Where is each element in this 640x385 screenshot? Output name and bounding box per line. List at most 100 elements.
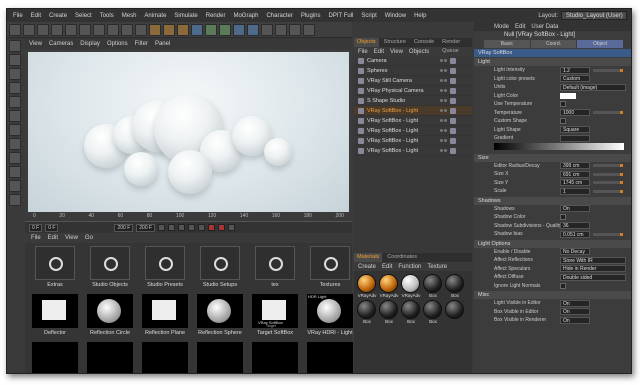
material-slot[interactable]: VRayAdv [379, 274, 399, 298]
checkbox[interactable] [560, 118, 566, 125]
menu-create[interactable]: Create [49, 13, 67, 19]
value-slider[interactable] [593, 181, 623, 185]
current-frame-field[interactable]: 0 F [45, 223, 59, 232]
menu-render[interactable]: Render [206, 13, 226, 19]
tag-icon[interactable] [450, 57, 456, 64]
lock-workplane-icon[interactable] [9, 180, 21, 192]
material-ball-icon[interactable] [423, 300, 442, 319]
section-shadows[interactable]: Shadows [474, 196, 631, 205]
browser-item[interactable]: Reflection Circle [84, 294, 136, 340]
autokey-icon[interactable] [218, 224, 226, 231]
tab-structure[interactable]: Structure [381, 38, 409, 47]
section-size[interactable]: Size [474, 153, 631, 162]
visibility-dots[interactable] [440, 99, 447, 102]
tag-icon[interactable] [450, 147, 456, 154]
visibility-dots[interactable] [440, 69, 447, 72]
tab-object[interactable]: Object [577, 40, 624, 48]
tab-objects[interactable]: Objects [354, 38, 379, 47]
spline-icon[interactable] [205, 24, 217, 36]
menu-simulate[interactable]: Simulate [174, 13, 197, 19]
timeline-ruler[interactable]: 0 20 40 60 80 100 120 140 160 180 200 [25, 213, 352, 222]
property-value[interactable]: 1745 cm [560, 179, 590, 187]
object-row[interactable]: VRay SoftBox - Light [354, 116, 472, 126]
render-settings-icon[interactable] [177, 24, 189, 36]
viewport-menu-view[interactable]: View [29, 41, 42, 47]
material-slot[interactable]: Box [423, 274, 443, 298]
timeline[interactable]: 0 20 40 60 80 100 120 140 160 180 200 0 F 0 F 200 … [25, 213, 352, 233]
play-icon[interactable] [178, 224, 186, 231]
material-slot[interactable]: Box [445, 274, 465, 298]
layout-dropdown[interactable]: Studio_Layout (User) [561, 11, 627, 20]
tab-materials[interactable]: Materials [354, 253, 383, 262]
browser-item[interactable]: VRayPhysicalCamera Still [249, 342, 301, 373]
material-ball-icon[interactable] [357, 274, 376, 293]
browser-item[interactable]: HDR Light VRay HDRI - Light [304, 294, 356, 340]
checkbox[interactable] [560, 101, 566, 108]
object-row[interactable]: Camera [354, 56, 472, 66]
material-ball-icon[interactable] [423, 274, 442, 293]
cube-icon[interactable] [191, 24, 203, 36]
prev-key-icon[interactable] [168, 224, 176, 231]
browser-item[interactable]: Reflection Sphere [194, 294, 246, 340]
browser-menu-file[interactable]: File [31, 235, 41, 241]
material-slot[interactable]: Box [401, 300, 421, 324]
object-row[interactable]: VRay SoftBox - Light [354, 136, 472, 146]
property-value[interactable] [560, 134, 590, 142]
property-value[interactable]: Custom [560, 75, 590, 83]
scene-icon[interactable] [261, 24, 273, 36]
menu-plugins[interactable]: Plugins [301, 13, 321, 19]
attribute-menu-edit[interactable]: Edit [515, 24, 525, 30]
property-value[interactable]: Double sided [560, 273, 626, 281]
browser-item[interactable]: Studio Setups [194, 246, 246, 292]
property-value[interactable]: On [560, 316, 590, 324]
checkbox[interactable] [560, 282, 566, 289]
object-menu-view[interactable]: View [390, 49, 403, 55]
next-key-icon[interactable] [188, 224, 196, 231]
material-menu-edit[interactable]: Edit [382, 264, 392, 270]
attribute-menu-user-data[interactable]: User Data [531, 24, 558, 30]
browser-menu-view[interactable]: View [65, 235, 78, 241]
property-value[interactable]: 36 [560, 222, 590, 230]
render-picture-viewer-icon[interactable] [163, 24, 175, 36]
polygons-mode-icon[interactable] [9, 124, 21, 136]
property-value[interactable]: Store With IR [560, 256, 626, 264]
menu-script[interactable]: Script [361, 13, 376, 19]
material-ball-icon[interactable] [401, 274, 420, 293]
object-row[interactable]: Spheres [354, 66, 472, 76]
property-value[interactable]: 399 cm [560, 162, 590, 170]
browser-item[interactable]: Studio Presets [139, 246, 191, 292]
browser-item[interactable]: VRay SoftBox Target Target SoftBox [249, 294, 301, 340]
z-axis-icon[interactable] [121, 24, 133, 36]
render-view[interactable] [28, 52, 349, 212]
material-slot[interactable] [445, 300, 465, 324]
property-value[interactable]: On [560, 205, 590, 213]
object-row[interactable]: VRay Still Camera [354, 76, 472, 86]
move-icon[interactable] [51, 24, 63, 36]
browser-item[interactable]: Textures [304, 246, 356, 292]
start-frame-field[interactable]: 0 F [29, 223, 43, 232]
visibility-dots[interactable] [440, 59, 447, 62]
object-row[interactable]: VRay SoftBox - Light [354, 126, 472, 136]
property-value[interactable]: Square [560, 126, 590, 134]
value-slider[interactable] [593, 111, 623, 115]
keyframe-selection-icon[interactable] [228, 224, 236, 231]
tab-console[interactable]: Console [411, 38, 437, 47]
material-slot[interactable]: VRayAdv [401, 274, 421, 298]
tag-icon[interactable] [450, 127, 456, 134]
menu-dpit-full[interactable]: DPIT Full [329, 13, 354, 19]
checkbox[interactable] [560, 214, 566, 221]
visibility-dots[interactable] [440, 119, 447, 122]
end-frame-field[interactable]: 200 F [114, 223, 134, 232]
menu-window[interactable]: Window [385, 13, 406, 19]
render-view-icon[interactable] [149, 24, 161, 36]
snap-icon[interactable] [9, 166, 21, 178]
gradient-bar[interactable] [494, 142, 624, 150]
points-mode-icon[interactable] [9, 96, 21, 108]
value-slider[interactable] [593, 164, 623, 168]
menu-mesh[interactable]: Mesh [122, 13, 137, 19]
menu-character[interactable]: Character [266, 13, 292, 19]
menu-edit[interactable]: Edit [31, 13, 41, 19]
section-vray-softbox[interactable]: VRay SoftBox [474, 49, 631, 57]
tab-basic[interactable]: Basic [484, 40, 530, 48]
planar-workplane-icon[interactable] [9, 194, 21, 206]
